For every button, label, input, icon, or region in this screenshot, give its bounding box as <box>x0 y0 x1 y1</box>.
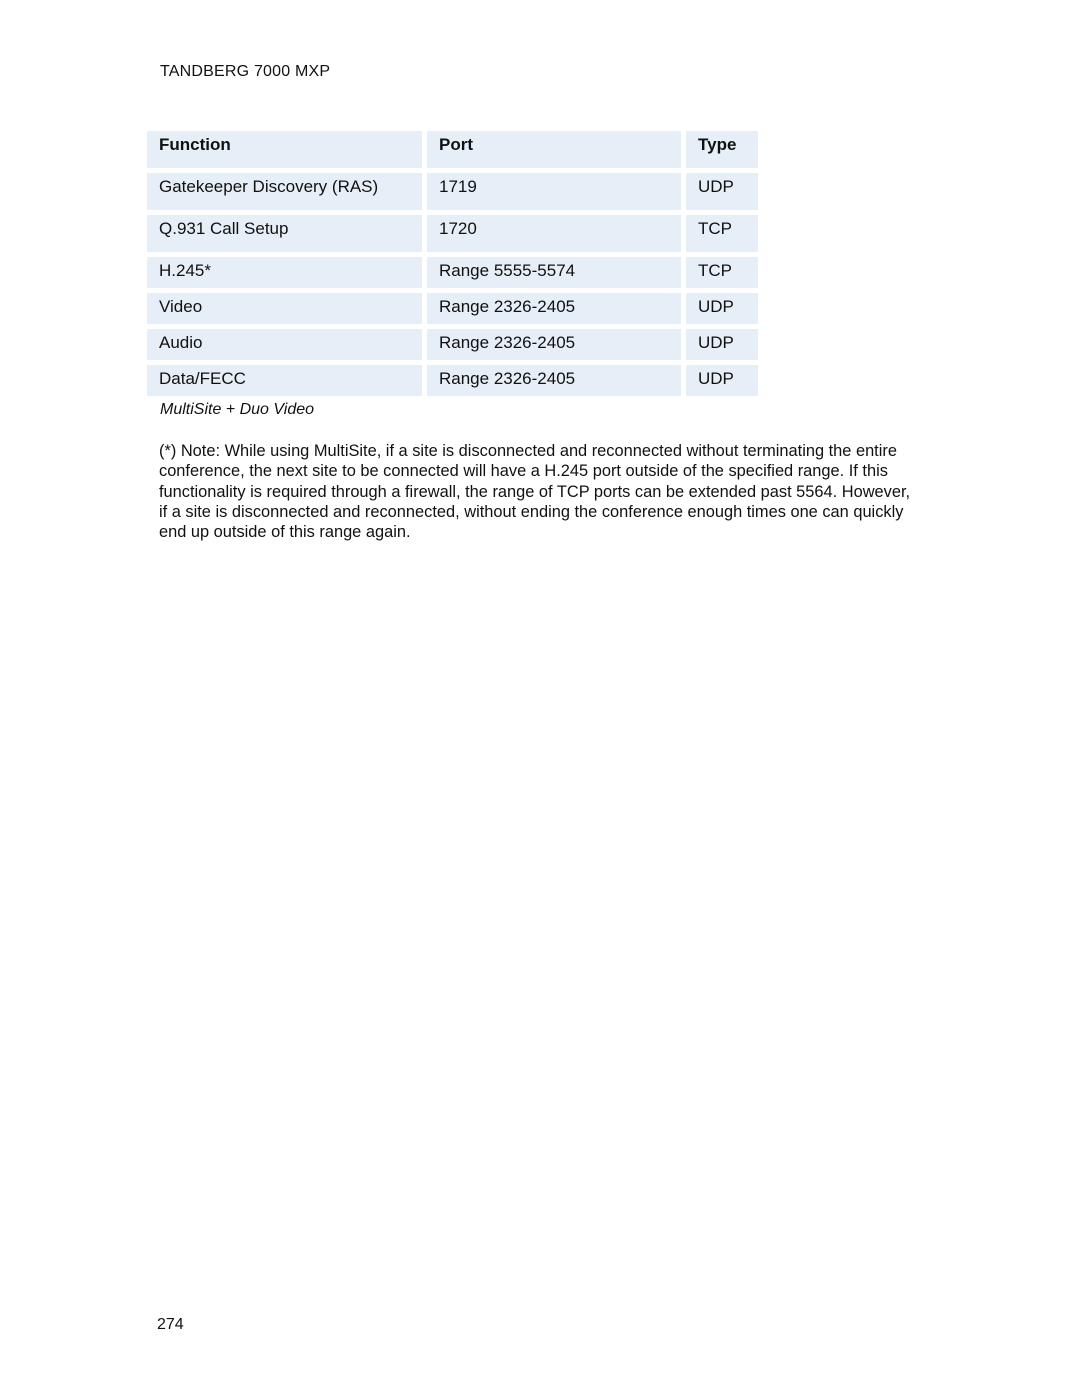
table-row: Audio Range 2326-2405 UDP <box>147 329 758 360</box>
cell-type: UDP <box>686 329 758 360</box>
cell-function: Audio <box>147 329 422 360</box>
cell-port: 1719 <box>427 173 681 210</box>
cell-port: Range 2326-2405 <box>427 365 681 396</box>
cell-type: UDP <box>686 173 758 210</box>
cell-type: TCP <box>686 215 758 252</box>
cell-function: Q.931 Call Setup <box>147 215 422 252</box>
table-row: H.245* Range 5555-5574 TCP <box>147 257 758 288</box>
cell-function: H.245* <box>147 257 422 288</box>
column-header-port: Port <box>427 131 681 168</box>
cell-port: 1720 <box>427 215 681 252</box>
cell-function: Video <box>147 293 422 324</box>
cell-port: Range 2326-2405 <box>427 293 681 324</box>
cell-type: TCP <box>686 257 758 288</box>
table-row: Q.931 Call Setup 1720 TCP <box>147 215 758 252</box>
page-number: 274 <box>157 1316 184 1333</box>
footnote-paragraph: (*) Note: While using MultiSite, if a si… <box>159 442 911 542</box>
column-header-function: Function <box>147 131 422 168</box>
ports-table: Function Port Type Gatekeeper Discovery … <box>147 131 758 401</box>
cell-function: Gatekeeper Discovery (RAS) <box>147 173 422 210</box>
table-row: Gatekeeper Discovery (RAS) 1719 UDP <box>147 173 758 210</box>
cell-type: UDP <box>686 365 758 396</box>
cell-port: Range 2326-2405 <box>427 329 681 360</box>
table-row: Video Range 2326-2405 UDP <box>147 293 758 324</box>
table-caption: MultiSite + Duo Video <box>160 401 315 418</box>
document-header: TANDBERG 7000 MXP <box>160 63 331 80</box>
cell-port: Range 5555-5574 <box>427 257 681 288</box>
cell-function: Data/FECC <box>147 365 422 396</box>
column-header-type: Type <box>686 131 758 168</box>
table-header-row: Function Port Type <box>147 131 758 168</box>
table-row: Data/FECC Range 2326-2405 UDP <box>147 365 758 396</box>
cell-type: UDP <box>686 293 758 324</box>
